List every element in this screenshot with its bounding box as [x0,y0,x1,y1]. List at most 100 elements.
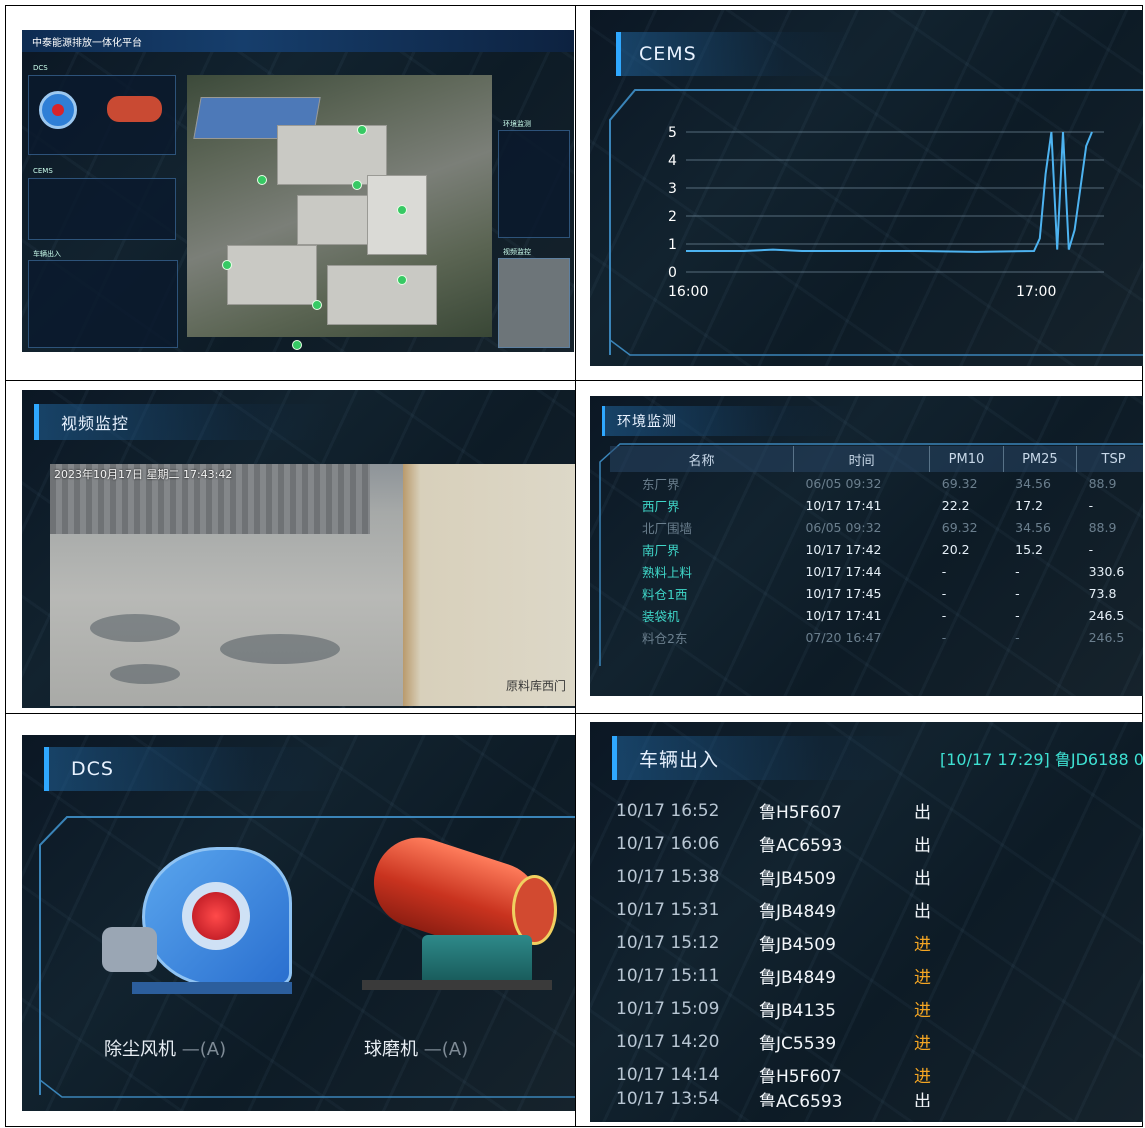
env-cell-time: 07/20 16:47 [805,629,882,645]
vehicle-direction: 进 [914,1034,931,1054]
ball-mill-icon[interactable] [362,825,562,1005]
video-timestamp: 2023年10月17日 星期二 17:43:42 [54,468,233,481]
env-cell-pm10: 22.2 [941,497,970,513]
vehicle-plate: 鲁AC6593 [759,1091,843,1108]
env-cell-name: 西厂界 [642,498,680,514]
vehicle-row[interactable]: 10/17 16:06 鲁AC6593 出 [616,827,931,860]
env-row[interactable]: 装袋机 10/17 17:41 - - 246.5 [610,604,1143,626]
env-cell-tsp: - [1088,497,1094,513]
vehicle-row[interactable]: 10/17 15:12 鲁JB4509 进 [616,926,931,959]
dashboard-panel-label: 视频监控 [503,248,531,256]
camera-feed[interactable]: 2023年10月17日 星期二 17:43:42 原料库西门 [50,464,575,706]
env-row[interactable]: 东厂界 06/05 09:32 69.32 34.56 88.9 [610,472,1143,494]
concrete-wall [403,464,575,706]
vehicle-plate: 鲁JB4509 [759,935,836,955]
vehicle-direction: 出 [914,869,931,889]
env-title: 环境监测 [617,414,677,430]
env-cell-tsp: - [1088,541,1094,557]
video-title: 视频监控 [61,414,130,433]
env-row[interactable]: 料仓2东 07/20 16:47 - - 246.5 [610,626,1143,648]
env-cell-pm10: - [941,585,947,601]
vehicle-direction: 出 [914,803,931,823]
vehicle-plate: 鲁H5F607 [759,1067,842,1087]
vehicle-direction: 出 [914,1091,931,1108]
mini-fan-icon [39,91,77,129]
env-cell-name: 南厂界 [642,542,680,558]
env-table: 名称 时间 PM10 PM25 TSP 东厂界 06/05 09:32 69.32 3… [610,446,1143,648]
vehicle-time: 10/17 13:54 [616,1091,720,1107]
grid-border-left [5,5,6,1127]
vehicle-direction: 进 [914,968,931,988]
grid-border-top [5,5,1143,6]
col-name: 名称 [610,446,794,472]
env-row[interactable]: 熟料上料 10/17 17:44 - - 330.6 [610,560,1143,582]
vehicle-plate: 鲁JB4849 [759,968,836,988]
env-row[interactable]: 西厂界 10/17 17:41 22.2 17.2 - [610,494,1143,516]
dashboard-title: 中泰能源排放一体化平台 [32,38,142,49]
vehicle-direction: 出 [914,902,931,922]
env-cell-time: 10/17 17:41 [805,497,882,513]
env-cell-pm10: - [941,629,947,645]
cems-y-tick: 2 [668,209,677,225]
dcs-device-2-name: 球磨机 [364,1039,418,1060]
vehicle-direction: 出 [914,836,931,856]
env-cell-name: 东厂界 [642,476,680,492]
vehicle-plate: 鲁JB4135 [759,1001,836,1021]
vehicle-direction: 进 [914,1001,931,1021]
vehicle-row[interactable]: 10/17 15:38 鲁JB4509 出 [616,860,931,893]
env-cell-name: 装袋机 [642,608,680,624]
vehicle-row[interactable]: 10/17 16:52 鲁H5F607 出 [616,794,931,827]
cems-y-tick: 4 [668,153,677,169]
dust-fan-icon[interactable] [102,847,312,997]
grid-divider-vertical [575,5,576,1127]
env-row[interactable]: 料仓1西 10/17 17:45 - - 73.8 [610,582,1143,604]
vehicle-plate: 鲁AC6593 [759,836,843,856]
grid-divider-h1 [5,380,1143,381]
vehicle-row[interactable]: 10/17 15:11 鲁JB4849 进 [616,959,931,992]
env-row[interactable]: 北厂围墙 06/05 09:32 69.32 34.56 88.9 [610,516,1143,538]
dashboard-panel-label: 车辆出入 [33,250,61,258]
env-cell-pm10: 69.32 [941,519,978,535]
env-cell-pm10: 20.2 [941,541,970,557]
env-cell-pm25: 17.2 [1015,497,1044,513]
vehicle-time: 10/17 15:09 [616,998,720,1019]
vehicle-time: 10/17 16:52 [616,800,720,821]
env-cell-time: 10/17 17:42 [805,541,882,557]
dashboard-overview-screenshot: 中泰能源排放一体化平台 DCS CEMS 车辆出入 环境监测 视频监控 [22,30,574,352]
dcs-device-1-name: 除尘风机 [104,1039,176,1060]
vehicle-plate: 鲁JB4849 [759,902,836,922]
cems-x-tick: 16:00 [668,284,708,300]
cems-y-tick: 1 [668,237,677,253]
vehicle-row[interactable]: 10/17 14:20 鲁JC5539 进 [616,1025,931,1058]
env-row[interactable]: 南厂界 10/17 17:42 20.2 15.2 - [610,538,1143,560]
vehicle-plate: 鲁JC5539 [759,1034,837,1054]
video-camera-caption: 原料库西门 [505,679,566,693]
env-cell-time: 06/05 09:32 [805,519,882,535]
grid-divider-h2 [5,713,1143,714]
vehicle-row[interactable]: 10/17 13:54 鲁AC6593 出 [616,1091,931,1107]
vehicle-time: 10/17 14:14 [616,1064,720,1085]
grid-border-bottom [5,1126,1143,1127]
vehicle-direction: 进 [914,935,931,955]
vehicle-row[interactable]: 10/17 15:31 鲁JB4849 出 [616,893,931,926]
env-cell-name: 北厂围墙 [642,520,693,536]
env-header: 环境监测 [602,406,852,436]
vehicle-row[interactable]: 10/17 15:09 鲁JB4135 进 [616,992,931,1025]
env-cell-pm10: - [941,607,947,623]
env-cell-tsp: 246.5 [1088,607,1125,623]
dashboard-panel-label: 环境监测 [503,120,531,128]
dashboard-dcs-box: DCS [28,64,176,155]
env-cell-pm25: - [1015,585,1020,601]
col-tsp: TSP [1076,446,1143,472]
env-cell-pm25: - [1015,607,1020,623]
vehicle-time: 10/17 15:31 [616,899,720,920]
env-cell-pm25: 34.56 [1015,475,1051,491]
vehicle-row[interactable]: 10/17 14:14 鲁H5F607 进 [616,1058,931,1091]
mini-mill-icon [107,96,162,122]
video-panel: 视频监控 2023年10月17日 星期二 17:43:42 原料库西门 [22,390,575,708]
cems-y-tick: 0 [668,265,677,281]
env-cell-name: 料仓2东 [642,630,688,646]
env-cell-time: 10/17 17:41 [805,607,882,623]
env-cell-time: 10/17 17:45 [805,585,882,601]
video-header: 视频监控 [34,404,334,440]
